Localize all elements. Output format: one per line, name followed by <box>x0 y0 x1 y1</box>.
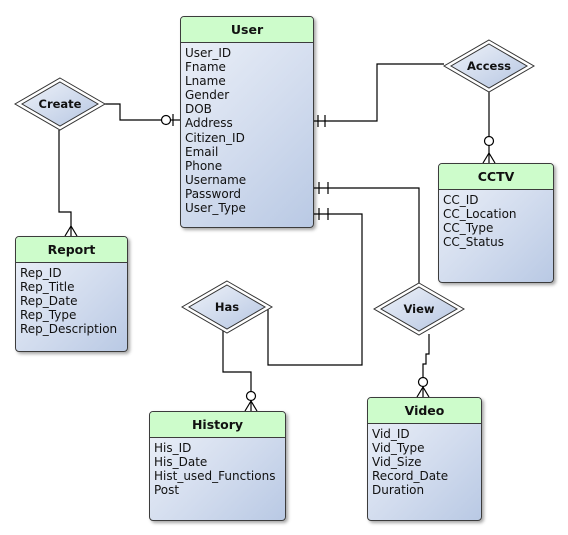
relationship-access[interactable]: Access <box>443 39 535 93</box>
attribute-list: User_ID Fname Lname Gender DOB Address C… <box>181 43 313 215</box>
view-video-connector <box>416 334 430 398</box>
attribute: Rep_ID <box>20 266 62 280</box>
attribute: User_ID <box>185 46 232 60</box>
entity-title: User <box>181 17 313 43</box>
user-access-connector <box>313 63 444 127</box>
create-user-connector <box>105 103 180 126</box>
user-view-connector <box>313 182 420 283</box>
attribute: CC_Status <box>443 235 504 250</box>
access-cctv-connector <box>482 92 496 164</box>
entity-report[interactable]: Report Rep_ID Rep_Title Rep_Date Rep_Typ… <box>15 236 128 352</box>
attribute: Fname <box>185 60 226 75</box>
relationship-label: Create <box>38 97 82 111</box>
create-report-connector <box>58 130 78 237</box>
attribute: Address <box>185 116 233 131</box>
attribute-list: Vid_ID Vid_Type Vid_Size Record_Date Dur… <box>368 424 481 497</box>
attribute: CC_ID <box>443 193 479 207</box>
attribute: CC_Location <box>443 207 517 222</box>
relationship-label: View <box>403 302 435 316</box>
attribute-list: CC_ID CC_Location CC_Type CC_Status <box>439 190 553 249</box>
attribute: Rep_Type <box>20 308 77 323</box>
attribute: Citizen_ID <box>185 130 245 145</box>
user-has-connector <box>267 208 363 366</box>
attribute: Rep_Description <box>20 322 118 337</box>
has-history-connector <box>222 330 258 412</box>
entity-user[interactable]: User User_ID Fname Lname Gender DOB Addr… <box>180 16 314 228</box>
attribute: CC_Type <box>443 221 494 236</box>
attribute: His_ID <box>154 441 192 455</box>
attribute: Vid_Type <box>372 441 425 456</box>
attribute: Password <box>185 186 242 201</box>
attribute: Record_Date <box>372 469 449 484</box>
attribute-list: Rep_ID Rep_Title Rep_Date Rep_Type Rep_D… <box>16 263 127 336</box>
relationship-label: Has <box>214 300 240 314</box>
attribute: Vid_Size <box>372 455 422 470</box>
entity-cctv[interactable]: CCTV CC_ID CC_Location CC_Type CC_Status <box>438 163 554 283</box>
relationship-create[interactable]: Create <box>14 77 106 131</box>
attribute: User_Type <box>185 201 246 216</box>
attribute: Lname <box>185 74 226 89</box>
entity-title: Video <box>368 398 481 424</box>
entity-title: History <box>150 412 285 438</box>
attribute: Duration <box>372 483 425 498</box>
attribute: Rep_Date <box>20 294 78 309</box>
entity-video[interactable]: Video Vid_ID Vid_Type Vid_Size Record_Da… <box>367 397 482 521</box>
attribute: Gender <box>185 88 230 103</box>
attribute: His_Date <box>154 455 208 470</box>
entity-title: CCTV <box>439 164 553 190</box>
attribute: Rep_Title <box>20 280 75 295</box>
attribute: Hist_used_Functions <box>154 469 276 484</box>
attribute: Post <box>154 483 180 498</box>
attribute: Email <box>185 144 219 159</box>
relationship-view[interactable]: View <box>373 282 465 336</box>
attribute: Username <box>185 172 247 187</box>
attribute-list: His_ID His_Date Hist_used_Functions Post <box>150 438 285 497</box>
entity-history[interactable]: History His_ID His_Date Hist_used_Functi… <box>149 411 286 521</box>
relationship-has[interactable]: Has <box>181 280 273 334</box>
attribute: DOB <box>185 102 212 117</box>
relationship-label: Access <box>466 59 512 73</box>
attribute: Phone <box>185 158 223 173</box>
attribute: Vid_ID <box>372 427 410 441</box>
entity-title: Report <box>16 237 127 263</box>
